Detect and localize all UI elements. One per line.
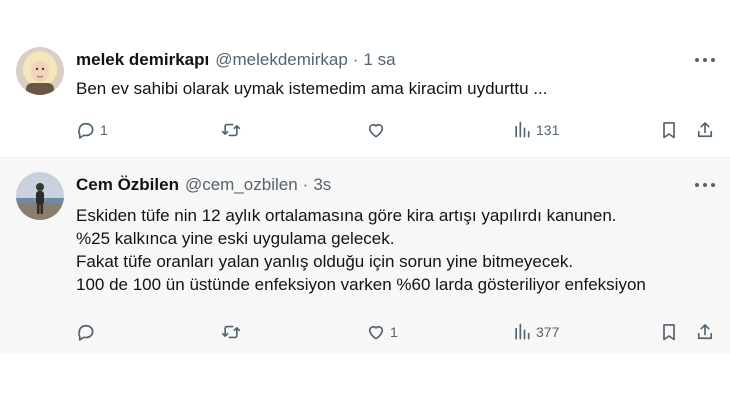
tweet-text-line: 100 de 100 ün üstünde enfeksiyon varken … xyxy=(76,275,646,294)
author-name[interactable]: melek demirkapı xyxy=(76,50,209,70)
view-count: 377 xyxy=(536,324,560,340)
bookmark-button[interactable] xyxy=(659,321,679,343)
share-icon xyxy=(697,122,713,138)
timestamp[interactable]: 3s xyxy=(313,175,331,195)
heart-icon xyxy=(368,123,384,138)
retweet-button[interactable] xyxy=(221,321,245,343)
reply-icon xyxy=(78,122,94,139)
tweet-text: Ben ev sahibi olarak uymak istemedim ama… xyxy=(76,77,547,100)
avatar[interactable] xyxy=(16,47,64,95)
heart-icon xyxy=(368,325,384,340)
reply-button[interactable]: 1 xyxy=(76,119,108,141)
tweet-text-line: Ben ev sahibi olarak uymak istemedim ama… xyxy=(76,79,548,98)
like-count: 1 xyxy=(390,324,398,340)
tweet-text-line: %25 kalkınca yine eski uygulama gelecek. xyxy=(76,229,395,248)
avatar[interactable] xyxy=(16,172,64,220)
views-chart-icon xyxy=(515,323,530,340)
more-dots-icon[interactable] xyxy=(694,178,716,192)
separator-dot: · xyxy=(302,175,309,194)
separator-dot: · xyxy=(352,50,359,69)
timestamp[interactable]: 1 sa xyxy=(363,50,395,70)
views-button[interactable]: 377 xyxy=(512,321,559,343)
retweet-icon xyxy=(221,325,241,339)
reply-count: 1 xyxy=(100,122,108,138)
action-bar: 1 131 xyxy=(76,119,716,141)
tweet-1[interactable]: melek demirkapı @melekdemirkap · 1 sa Be… xyxy=(0,33,730,157)
views-button[interactable]: 131 xyxy=(512,119,559,141)
like-button[interactable] xyxy=(366,119,390,141)
reply-icon xyxy=(78,324,94,341)
tweet-header: melek demirkapı @melekdemirkap · 1 sa xyxy=(76,49,396,71)
retweet-button[interactable] xyxy=(221,119,245,141)
tweet-text-line: Eskiden tüfe nin 12 aylık ortalamasına g… xyxy=(76,206,617,225)
reply-button[interactable] xyxy=(76,321,100,343)
tweet-text-line: Fakat tüfe oranları yalan yanlış olduğu … xyxy=(76,252,574,271)
view-count: 131 xyxy=(536,122,560,138)
action-bar: 1 377 xyxy=(76,321,716,343)
like-button[interactable]: 1 xyxy=(366,321,398,343)
author-handle[interactable]: @melekdemirkap xyxy=(215,50,348,70)
retweet-icon xyxy=(221,123,241,137)
share-icon xyxy=(697,324,713,340)
more-dots-icon[interactable] xyxy=(694,53,716,67)
share-button[interactable] xyxy=(695,321,715,343)
bookmark-icon xyxy=(663,122,675,139)
tweet-header: Cem Özbilen @cem_ozbilen · 3s xyxy=(76,174,331,196)
author-name[interactable]: Cem Özbilen xyxy=(76,175,179,195)
tweet-2[interactable]: Cem Özbilen @cem_ozbilen · 3s Eskiden tü… xyxy=(0,158,730,354)
author-handle[interactable]: @cem_ozbilen xyxy=(185,175,298,195)
tweet-text: Eskiden tüfe nin 12 aylık ortalamasına g… xyxy=(76,204,646,296)
bookmark-button[interactable] xyxy=(659,119,679,141)
views-chart-icon xyxy=(515,121,530,138)
share-button[interactable] xyxy=(695,119,715,141)
bookmark-icon xyxy=(663,324,675,341)
